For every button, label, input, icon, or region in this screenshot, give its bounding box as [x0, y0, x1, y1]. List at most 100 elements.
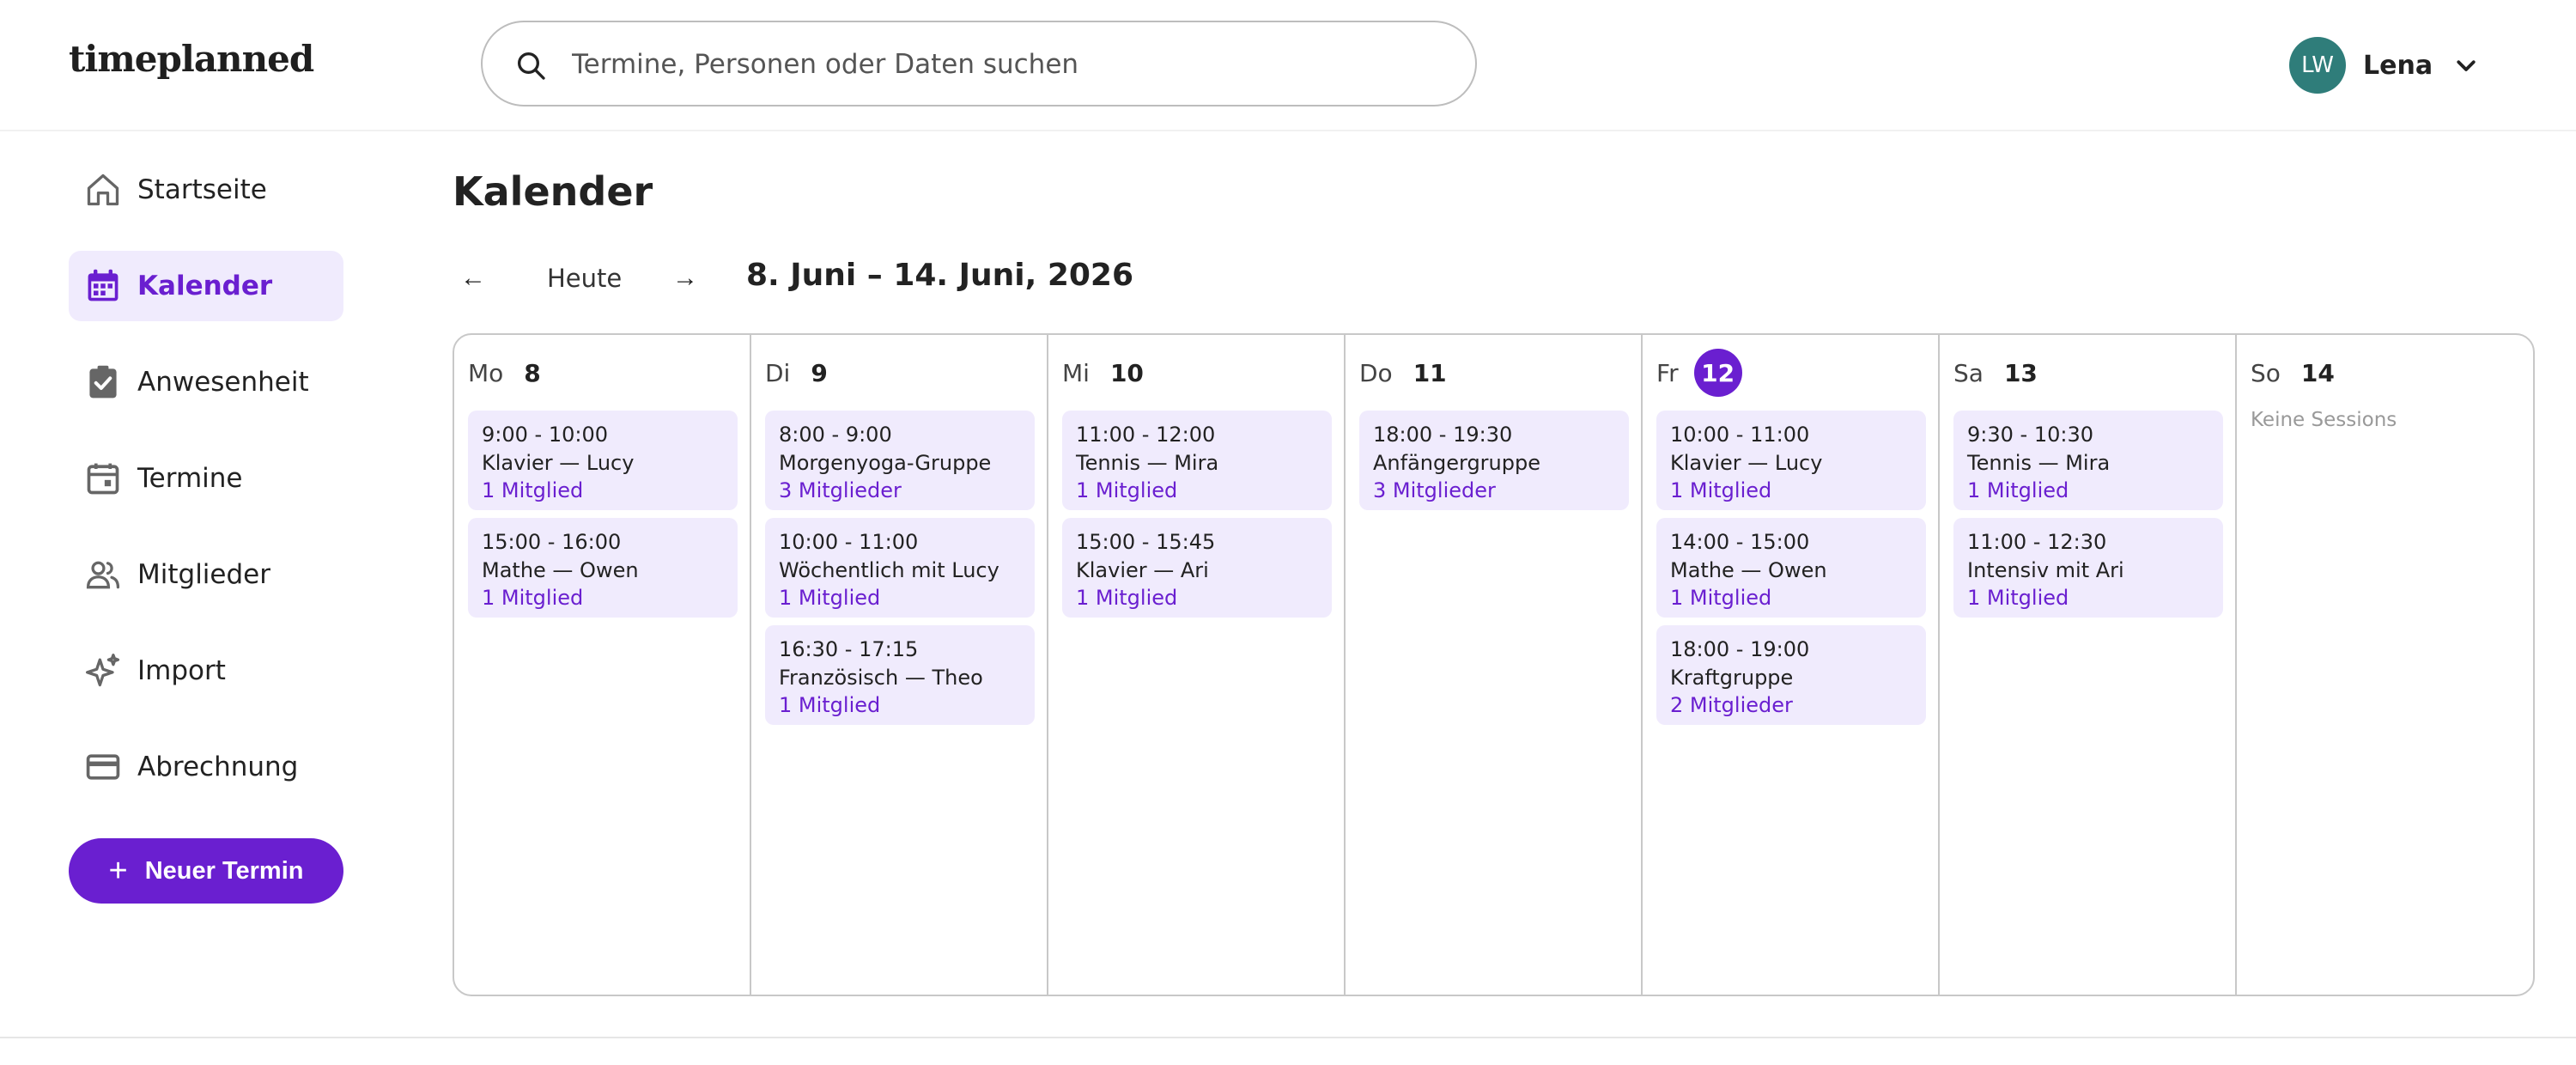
footer-divider	[0, 1037, 2576, 1038]
event-time: 11:00 - 12:30	[1967, 530, 2107, 554]
day-abbr: Mi	[1062, 358, 1090, 387]
sidebar-item-kalender[interactable]: Kalender	[69, 251, 343, 321]
event-time: 10:00 - 11:00	[779, 530, 919, 554]
event-members: 1 Mitglied	[779, 693, 881, 717]
day-number: 10	[1109, 358, 1144, 387]
day-abbr: Mo	[468, 358, 504, 387]
event-title: Tennis — Mira	[1967, 451, 2111, 475]
event-members: 1 Mitglied	[1076, 478, 1178, 502]
event-card[interactable]: 11:00 - 12:00 Tennis — Mira 1 Mitglied	[1062, 411, 1332, 510]
day-header: Sa 13	[1953, 335, 2221, 411]
event-title: Klavier — Lucy	[482, 451, 635, 475]
event-card[interactable]: 9:30 - 10:30 Tennis — Mira 1 Mitglied	[1953, 411, 2223, 510]
plus-icon: +	[108, 853, 128, 889]
sidebar-item-mitglieder[interactable]: Mitglieder	[69, 539, 343, 610]
day-column-di: Di 9 8:00 - 9:00 Morgenyoga-Gruppe 3 Mit…	[751, 335, 1048, 995]
week-calendar: Mo 8 9:00 - 10:00 Klavier — Lucy 1 Mitgl…	[453, 333, 2535, 996]
event-title: Französisch — Theo	[779, 666, 983, 690]
day-abbr: Di	[765, 358, 791, 387]
event-time: 14:00 - 15:00	[1670, 530, 1810, 554]
calendar-event-icon	[84, 459, 122, 497]
event-members: 1 Mitglied	[1967, 478, 2069, 502]
event-title: Mathe — Owen	[482, 558, 639, 582]
prev-week-button[interactable]: ←	[453, 258, 494, 299]
sidebar-item-label: Startseite	[137, 174, 267, 205]
event-card[interactable]: 10:00 - 11:00 Klavier — Lucy 1 Mitglied	[1656, 411, 1926, 510]
sidebar-item-label: Anwesenheit	[137, 367, 309, 398]
empty-day-note: Keine Sessions	[2251, 409, 2397, 431]
event-title: Klavier — Ari	[1076, 558, 1209, 582]
event-members: 3 Mitglieder	[1373, 478, 1496, 502]
event-members: 3 Mitglieder	[779, 478, 902, 502]
event-card[interactable]: 15:00 - 15:45 Klavier — Ari 1 Mitglied	[1062, 518, 1332, 618]
users-icon	[84, 556, 122, 593]
sidebar-item-import[interactable]: Import	[69, 636, 343, 706]
sidebar-item-abrechnung[interactable]: Abrechnung	[69, 732, 343, 802]
event-card[interactable]: 9:00 - 10:00 Klavier — Lucy 1 Mitglied	[468, 411, 738, 510]
event-members: 1 Mitglied	[482, 586, 584, 610]
event-card[interactable]: 18:00 - 19:00 Kraftgruppe 2 Mitglieder	[1656, 625, 1926, 725]
event-title: Wöchentlich mit Lucy	[779, 558, 999, 582]
day-column-mo: Mo 8 9:00 - 10:00 Klavier — Lucy 1 Mitgl…	[454, 335, 751, 995]
event-members: 1 Mitglied	[482, 478, 584, 502]
new-appointment-button[interactable]: + Neuer Termin	[69, 838, 343, 904]
day-number: 9	[811, 358, 828, 387]
event-members: 1 Mitglied	[1670, 586, 1772, 610]
day-header: So 14	[2251, 335, 2519, 411]
event-title: Anfängergruppe	[1373, 451, 1540, 475]
week-navigation: ← Heute → 8. Juni – 14. Juni, 2026	[453, 253, 1483, 304]
chevron-down-icon	[2457, 60, 2476, 71]
sidebar-item-termine[interactable]: Termine	[69, 443, 343, 514]
event-card[interactable]: 10:00 - 11:00 Wöchentlich mit Lucy 1 Mit…	[765, 518, 1035, 618]
event-title: Intensiv mit Ari	[1967, 558, 2124, 582]
sidebar-item-startseite[interactable]: Startseite	[69, 155, 343, 225]
date-range-title: 8. Juni – 14. Juni, 2026	[746, 258, 1134, 293]
today-button[interactable]: Heute	[547, 258, 622, 299]
event-time: 9:30 - 10:30	[1967, 423, 2093, 447]
event-members: 1 Mitglied	[1967, 586, 2069, 610]
day-column-so: So 14 Keine Sessions	[2237, 335, 2533, 995]
sidebar-item-label: Import	[137, 655, 226, 686]
day-header: Fr 12	[1656, 335, 1924, 411]
credit-card-icon	[84, 748, 122, 786]
event-title: Tennis — Mira	[1076, 451, 1219, 475]
day-header: Do 11	[1359, 335, 1627, 411]
day-abbr: Fr	[1656, 358, 1679, 387]
app-logo[interactable]: timeplanned	[69, 38, 314, 80]
search-bar[interactable]	[481, 21, 1477, 106]
top-header: timeplanned LW Lena	[0, 0, 2576, 131]
event-card[interactable]: 11:00 - 12:30 Intensiv mit Ari 1 Mitglie…	[1953, 518, 2223, 618]
event-card[interactable]: 14:00 - 15:00 Mathe — Owen 1 Mitglied	[1656, 518, 1926, 618]
event-time: 18:00 - 19:30	[1373, 423, 1513, 447]
event-time: 15:00 - 16:00	[482, 530, 622, 554]
next-week-button[interactable]: →	[665, 258, 706, 299]
sidebar-item-label: Termine	[137, 463, 243, 494]
event-card[interactable]: 18:00 - 19:30 Anfängergruppe 3 Mitgliede…	[1359, 411, 1629, 510]
today-marker: 12	[1693, 349, 1742, 397]
sidebar-item-label: Mitglieder	[137, 559, 270, 590]
sparkle-icon	[84, 652, 122, 690]
day-column-mi: Mi 10 11:00 - 12:00 Tennis — Mira 1 Mitg…	[1048, 335, 1346, 995]
search-input[interactable]	[572, 40, 1448, 89]
event-title: Mathe — Owen	[1670, 558, 1827, 582]
day-number: 8	[524, 358, 541, 387]
sidebar-item-anwesenheit[interactable]: Anwesenheit	[69, 347, 343, 417]
day-column-do: Do 11 18:00 - 19:30 Anfängergruppe 3 Mit…	[1346, 335, 1643, 995]
event-title: Kraftgruppe	[1670, 666, 1794, 690]
event-card[interactable]: 15:00 - 16:00 Mathe — Owen 1 Mitglied	[468, 518, 738, 618]
event-members: 2 Mitglieder	[1670, 693, 1793, 717]
day-column-fr: Fr 12 10:00 - 11:00 Klavier — Lucy 1 Mit…	[1643, 335, 1940, 995]
event-time: 15:00 - 15:45	[1076, 530, 1216, 554]
event-time: 10:00 - 11:00	[1670, 423, 1810, 447]
page-title: Kalender	[453, 168, 653, 215]
event-card[interactable]: 8:00 - 9:00 Morgenyoga-Gruppe 3 Mitglied…	[765, 411, 1035, 510]
day-header: Di 9	[765, 335, 1033, 411]
user-menu[interactable]: LW Lena	[2289, 36, 2479, 94]
day-number: 11	[1413, 358, 1447, 387]
event-members: 1 Mitglied	[1076, 586, 1178, 610]
event-card[interactable]: 16:30 - 17:15 Französisch — Theo 1 Mitgl…	[765, 625, 1035, 725]
event-time: 9:00 - 10:00	[482, 423, 608, 447]
event-members: 1 Mitglied	[1670, 478, 1772, 502]
user-name: Lena	[2363, 50, 2433, 81]
event-time: 16:30 - 17:15	[779, 637, 919, 661]
